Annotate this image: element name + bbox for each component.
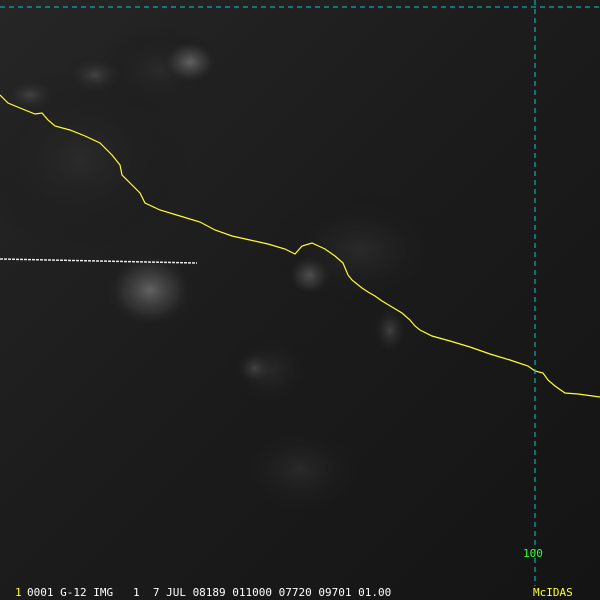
- frame-number: 1: [15, 586, 22, 599]
- image-metadata-text: 0001 G-12 IMG 1 7 JUL 08189 011000 07720…: [27, 586, 392, 599]
- brand-label: McIDAS: [533, 586, 573, 599]
- satellite-image-viewer: 100 1 0001 G-12 IMG 1 7 JUL 08189 011000…: [0, 0, 600, 600]
- status-bar: 1 0001 G-12 IMG 1 7 JUL 08189 011000 077…: [0, 586, 600, 600]
- satellite-image: [0, 0, 600, 600]
- longitude-label: 100: [523, 547, 543, 560]
